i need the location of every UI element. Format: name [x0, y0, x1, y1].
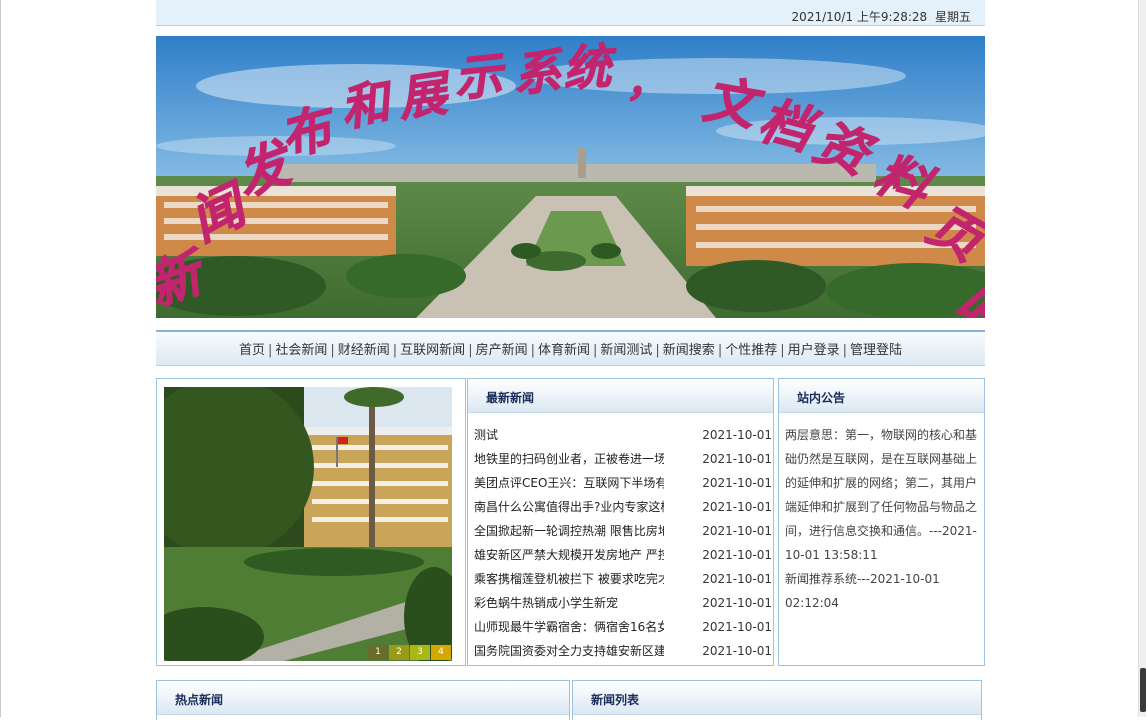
news-item-title[interactable]: 测试	[474, 423, 664, 447]
latest-news-title: 最新新闻	[486, 391, 535, 405]
slideshow-page-button[interactable]: 4	[431, 645, 451, 660]
news-item[interactable]: 国务院国资委对全力支持雄安新区建设 2021-10-01	[468, 639, 773, 663]
nav-link[interactable]: 用户登录	[788, 343, 840, 358]
nav-separator: |	[842, 343, 848, 358]
scrollbar-thumb[interactable]	[1140, 668, 1146, 712]
hot-news-panel: 热点新闻	[156, 680, 570, 720]
slideshow-page-button[interactable]: 2	[389, 645, 409, 660]
news-list-title: 新闻列表	[591, 693, 640, 707]
nav-separator: |	[267, 343, 273, 358]
nav-separator: |	[530, 343, 535, 358]
banner: 新闻发布和展示系统，文档资料页面	[156, 36, 985, 318]
notice-item[interactable]: 新闻推荐系统---2021-10-01 02:12:04	[785, 567, 978, 615]
nav-link[interactable]: 新闻搜索	[663, 343, 715, 358]
nav-separator: |	[780, 343, 785, 358]
nav-link[interactable]: 房产新闻	[476, 343, 528, 358]
news-item-date: 2021-10-01	[702, 428, 772, 442]
top-bar: 2021/10/1 上午9:28:28 星期五	[156, 0, 985, 26]
news-item-date: 2021-10-01	[702, 596, 772, 610]
nav-separator: |	[655, 343, 660, 358]
nav-separator: |	[717, 343, 723, 358]
panel-header: 新闻列表	[573, 681, 981, 715]
nav-separator: |	[593, 343, 598, 358]
news-item-date: 2021-10-01	[702, 548, 772, 562]
latest-news-panel: 最新新闻 测试 2021-10-01 地铁里的扫码创业者，正被卷进一场“ 2021-1…	[467, 378, 774, 666]
news-item-date: 2021-10-01	[702, 500, 772, 514]
nav-link[interactable]: 新闻测试	[600, 343, 652, 358]
notice-body: 两层意思：第一，物联网的核心和基础仍然是互联网，是在互联网基础上的延伸和扩展的网…	[779, 413, 984, 615]
banner-title-char: 系	[511, 43, 567, 102]
nav-link[interactable]: 社会新闻	[275, 343, 327, 358]
news-item[interactable]: 雄安新区严禁大规模开发房地产 严控 2021-10-01	[468, 543, 773, 567]
news-item-date: 2021-10-01	[702, 572, 772, 586]
news-item[interactable]: 乘客携榴莲登机被拦下 被要求吃完才 2021-10-01	[468, 567, 773, 591]
news-item-title[interactable]: 雄安新区严禁大规模开发房地产 严控	[474, 543, 664, 567]
nav-separator: |	[392, 343, 398, 358]
news-item[interactable]: 全国掀起新一轮调控热潮 限售比房地 2021-10-01	[468, 519, 773, 543]
scrollbar-track[interactable]	[1138, 0, 1146, 717]
panel-header: 最新新闻	[468, 379, 773, 413]
news-item-title[interactable]: 国务院国资委对全力支持雄安新区建设	[474, 639, 664, 663]
nav-link[interactable]: 个性推荐	[725, 343, 777, 358]
slideshow-pager: 1234	[367, 645, 451, 660]
news-item-date: 2021-10-01	[702, 452, 772, 466]
news-item-date: 2021-10-01	[702, 524, 772, 538]
nav-link[interactable]: 首页	[239, 343, 265, 358]
nav-link[interactable]: 体育新闻	[538, 343, 590, 358]
panel-header: 热点新闻	[157, 681, 569, 715]
nav-link[interactable]: 互联网新闻	[400, 343, 465, 358]
banner-image: 新闻发布和展示系统，文档资料页面	[156, 36, 985, 318]
main-nav: 首页 | 社会新闻 | 财经新闻 | 互联网新闻 | 房产新闻 | 体育新闻 | 新闻测试 | 新闻搜索 | 个…	[156, 330, 985, 366]
nav-separator: |	[330, 343, 335, 358]
news-item[interactable]: 美团点评CEO王兴：互联网下半场有 2021-10-01	[468, 471, 773, 495]
datetime-text: 2021/10/1 上午9:28:28	[791, 10, 928, 24]
news-item-title[interactable]: 彩色蜗牛热销成小学生新宠	[474, 591, 664, 615]
slideshow-page-button[interactable]: 1	[368, 645, 388, 660]
campus-photo	[164, 387, 452, 661]
news-item-date: 2021-10-01	[702, 476, 772, 490]
page-border	[0, 0, 1, 717]
notice-title: 站内公告	[797, 391, 846, 405]
notice-panel: 站内公告 两层意思：第一，物联网的核心和基础仍然是互联网，是在互联网基础上的延伸…	[778, 378, 985, 666]
slideshow-page-button[interactable]: 3	[410, 645, 430, 660]
latest-news-list: 测试 2021-10-01 地铁里的扫码创业者，正被卷进一场“ 2021-10-01 美…	[468, 413, 773, 663]
news-item[interactable]: 彩色蜗牛热销成小学生新宠 2021-10-01	[468, 591, 773, 615]
panel-header: 站内公告	[779, 379, 984, 413]
news-item[interactable]: 南昌什么公寓值得出手?业内专家这样 2021-10-01	[468, 495, 773, 519]
news-item-title[interactable]: 乘客携榴莲登机被拦下 被要求吃完才	[474, 567, 664, 591]
news-list-panel: 新闻列表	[572, 680, 982, 720]
datetime-display: 2021/10/1 上午9:28:28 星期五	[792, 8, 971, 25]
news-item-title[interactable]: 全国掀起新一轮调控热潮 限售比房地	[474, 519, 664, 543]
news-item-date: 2021-10-01	[702, 644, 772, 658]
nav-separator: |	[468, 343, 473, 358]
news-item-date: 2021-10-01	[702, 620, 772, 634]
weekday-text: 星期五	[934, 10, 971, 24]
news-item-title[interactable]: 地铁里的扫码创业者，正被卷进一场“	[474, 447, 664, 471]
nav-link[interactable]: 财经新闻	[338, 343, 390, 358]
notice-item[interactable]: 两层意思：第一，物联网的核心和基础仍然是互联网，是在互联网基础上的延伸和扩展的网…	[785, 423, 978, 567]
news-item[interactable]: 地铁里的扫码创业者，正被卷进一场“ 2021-10-01	[468, 447, 773, 471]
nav-link[interactable]: 管理登陆	[850, 343, 902, 358]
news-item-title[interactable]: 南昌什么公寓值得出手?业内专家这样	[474, 495, 664, 519]
news-item-title[interactable]: 美团点评CEO王兴：互联网下半场有	[474, 471, 664, 495]
news-item[interactable]: 测试 2021-10-01	[468, 423, 773, 447]
news-item[interactable]: 山师现最牛学霸宿舍：俩宿舍16名女 2021-10-01	[468, 615, 773, 639]
banner-title-char: ，	[626, 59, 666, 106]
news-item-title[interactable]: 山师现最牛学霸宿舍：俩宿舍16名女	[474, 615, 664, 639]
image-slideshow[interactable]: 1234	[156, 378, 466, 666]
hot-news-title: 热点新闻	[175, 693, 224, 707]
slideshow-frame: 1234	[164, 387, 452, 661]
